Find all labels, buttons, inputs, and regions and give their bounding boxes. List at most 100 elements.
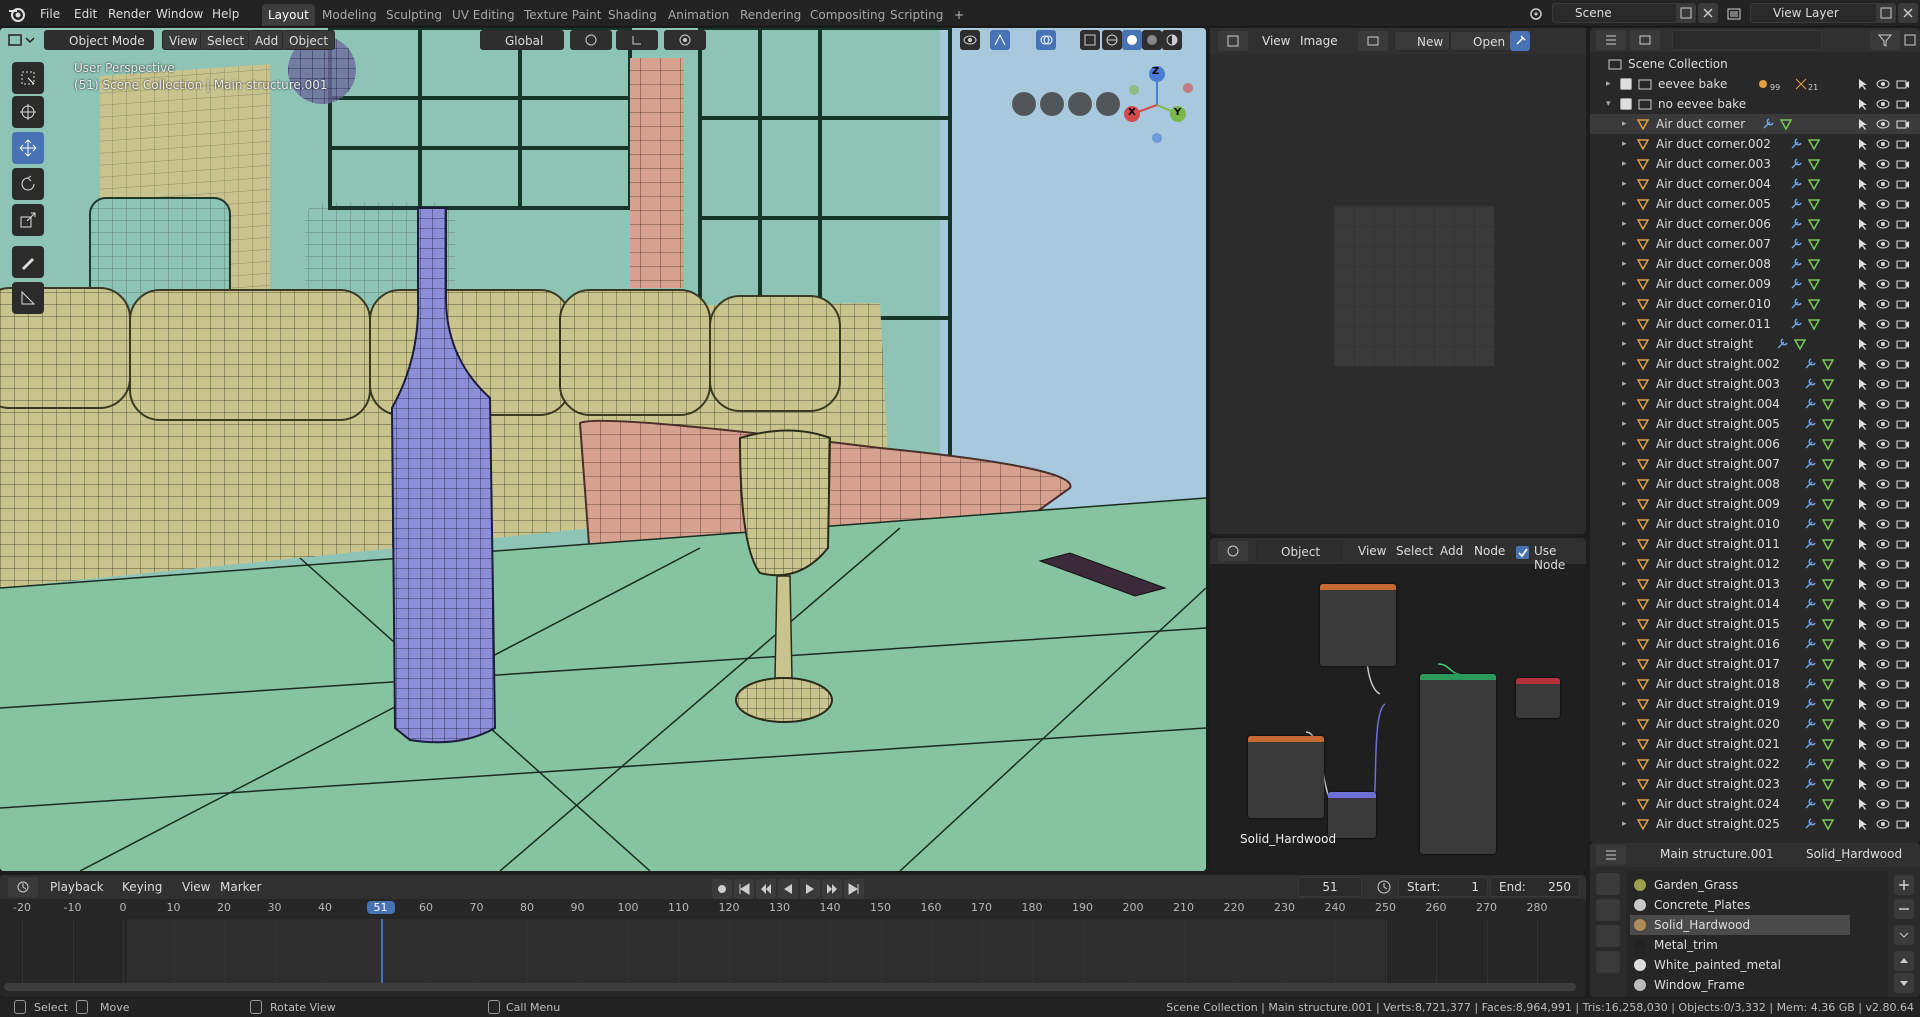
selectable-arrow-icon[interactable] [1856,357,1870,371]
move-slot-up-icon[interactable] [1894,951,1914,971]
visibility-eye-icon[interactable] [1876,597,1890,611]
menu-window[interactable]: Window [150,4,209,24]
visibility-eye-icon[interactable] [1876,657,1890,671]
selectable-arrow-icon[interactable] [1856,497,1870,511]
gizmo-toggle-icon[interactable] [990,30,1010,50]
outliner[interactable]: Scene Collection ▸ eevee bake 99 21 ▾ no eeve… [1590,28,1920,843]
material-slot-list[interactable]: Garden_Grass Concrete_Plates Solid_Hardwoo… [1626,871,1888,997]
move-tool-icon[interactable] [12,132,44,164]
outliner-object-row[interactable]: ▸ Air duct straight.017 [1590,654,1920,674]
selectable-arrow-icon[interactable] [1856,337,1870,351]
start-frame-field[interactable]: Start: 1 [1398,877,1488,897]
visibility-eye-icon[interactable] [1876,477,1890,491]
end-frame-field[interactable]: End: 250 [1490,877,1580,897]
selectable-arrow-icon[interactable] [1856,137,1870,151]
render-camera-icon[interactable] [1896,277,1910,291]
disclosure-triangle-icon[interactable]: ▸ [1622,134,1627,154]
disclosure-triangle-icon[interactable]: ▸ [1622,454,1627,474]
selectable-arrow-icon[interactable] [1856,717,1870,731]
move-slot-down-icon[interactable] [1894,973,1914,993]
disclosure-triangle-icon[interactable]: ▸ [1622,194,1627,214]
render-camera-icon[interactable] [1896,697,1910,711]
node-menu-view[interactable]: View [1352,541,1392,561]
render-camera-icon[interactable] [1896,77,1910,91]
mesh-data-icon[interactable] [1821,477,1835,491]
material-slot-item[interactable]: Window_Frame [1630,975,1850,995]
visibility-eye-icon[interactable] [1876,637,1890,651]
modifier-wrench-icon[interactable] [1789,137,1803,151]
disclosure-triangle-icon[interactable]: ▸ [1622,734,1627,754]
visibility-eye-icon[interactable] [1876,157,1890,171]
modifier-wrench-icon[interactable] [1789,277,1803,291]
modifier-wrench-icon[interactable] [1803,377,1817,391]
visibility-eye-icon[interactable] [1876,117,1890,131]
timeline-type-icon[interactable] [8,877,38,897]
disclosure-triangle-icon[interactable]: ▸ [1622,754,1627,774]
timeline[interactable]: Playback Keying View Marker 51 Start: 1 … [0,875,1586,997]
exclude-checkbox[interactable] [1620,78,1632,90]
outliner-object-row[interactable]: ▸ Air duct straight.019 [1590,694,1920,714]
outliner-object-row[interactable]: ▸ Air duct straight.015 [1590,614,1920,634]
outliner-object-row[interactable]: ▸ Air duct corner.008 [1590,254,1920,274]
properties-panel[interactable]: Main structure.001 Solid_Hardwood Garden… [1590,843,1920,997]
mesh-data-icon[interactable] [1821,457,1835,471]
visibility-eye-icon[interactable] [1876,777,1890,791]
render-camera-icon[interactable] [1896,417,1910,431]
outliner-collection-row[interactable]: ▸ eevee bake 99 21 [1590,74,1920,94]
modifier-wrench-icon[interactable] [1803,557,1817,571]
outliner-search-input[interactable] [1672,30,1822,50]
disclosure-triangle-icon[interactable]: ▸ [1622,634,1627,654]
mesh-data-icon[interactable] [1821,737,1835,751]
open-image-button[interactable]: Open [1450,31,1513,51]
outliner-type-icon[interactable] [1596,30,1626,50]
exclude-checkbox[interactable] [1620,98,1632,110]
outliner-object-row[interactable]: ▸ Air duct straight.006 [1590,434,1920,454]
mesh-data-icon[interactable] [1821,417,1835,431]
outliner-object-row[interactable]: ▸ Air duct straight.005 [1590,414,1920,434]
selectable-arrow-icon[interactable] [1856,237,1870,251]
selectable-arrow-icon[interactable] [1856,757,1870,771]
render-camera-icon[interactable] [1896,217,1910,231]
render-camera-icon[interactable] [1896,197,1910,211]
visibility-eye-icon[interactable] [1876,77,1890,91]
material-slot-item[interactable]: White_painted_metal [1630,955,1850,975]
visibility-eye-icon[interactable] [1876,697,1890,711]
mesh-data-icon[interactable] [1779,117,1793,131]
mesh-data-icon[interactable] [1807,197,1821,211]
visibility-eye-icon[interactable] [1876,197,1890,211]
selectable-arrow-icon[interactable] [1856,457,1870,471]
modifier-wrench-icon[interactable] [1803,617,1817,631]
modifier-wrench-icon[interactable] [1803,817,1817,831]
visibility-eye-icon[interactable] [1876,717,1890,731]
wireframe-shading-icon[interactable] [1102,30,1122,50]
disclosure-triangle-icon[interactable]: ▸ [1622,794,1627,814]
modifier-wrench-icon[interactable] [1789,237,1803,251]
properties-type-icon[interactable] [1596,845,1626,865]
slot-menu-icon[interactable] [1894,925,1914,945]
current-frame-marker[interactable]: 51 [366,901,395,914]
viewport-menu-object[interactable]: Object [282,30,336,50]
selectable-arrow-icon[interactable] [1856,597,1870,611]
selectable-arrow-icon[interactable] [1856,397,1870,411]
modifier-wrench-icon[interactable] [1803,777,1817,791]
node-menu-node[interactable]: Node [1468,541,1511,561]
selectable-arrow-icon[interactable] [1856,177,1870,191]
visibility-eye-icon[interactable] [1876,737,1890,751]
outliner-object-row[interactable]: ▸ Air duct straight.003 [1590,374,1920,394]
render-camera-icon[interactable] [1896,497,1910,511]
mesh-data-icon[interactable] [1821,697,1835,711]
disclosure-triangle-icon[interactable]: ▸ [1622,234,1627,254]
render-camera-icon[interactable] [1896,397,1910,411]
selectable-arrow-icon[interactable] [1856,277,1870,291]
menu-render[interactable]: Render [102,4,157,24]
render-camera-icon[interactable] [1896,117,1910,131]
clock-icon[interactable] [1376,879,1392,895]
modifier-wrench-icon[interactable] [1803,537,1817,551]
render-camera-icon[interactable] [1896,817,1910,831]
add-workspace-icon[interactable]: + [948,4,970,26]
visibility-eye-icon[interactable] [1876,437,1890,451]
mesh-data-icon[interactable] [1821,577,1835,591]
rendered-shading-icon[interactable] [1162,30,1182,50]
tab-rendering[interactable]: Rendering [734,4,807,26]
menu-help[interactable]: Help [206,4,245,24]
